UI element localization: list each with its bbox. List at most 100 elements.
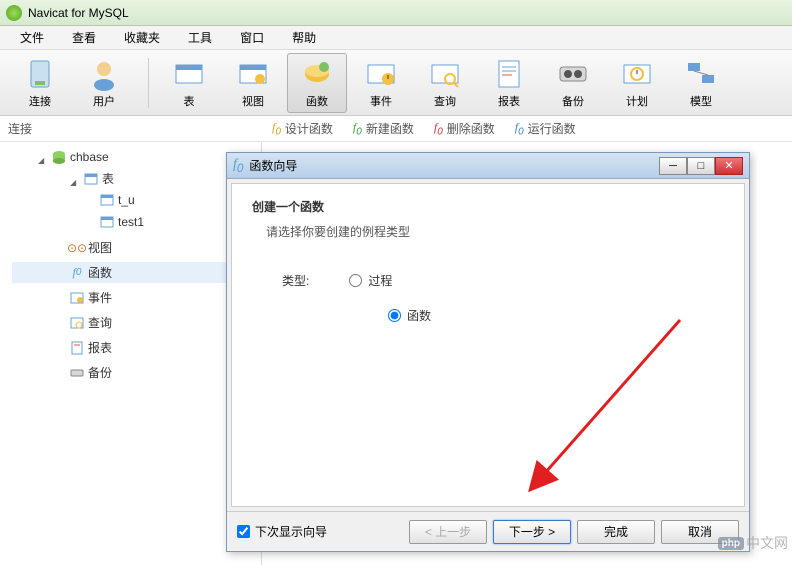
dialog-icon: f0 (233, 157, 243, 175)
tb-user[interactable]: 用户 (74, 53, 134, 113)
menu-help[interactable]: 帮助 (278, 26, 330, 49)
prev-button[interactable]: < 上一步 (409, 520, 487, 544)
dialog-titlebar[interactable]: f0 函数向导 ─ □ ✕ (227, 153, 749, 179)
tree-reports[interactable]: 报表 (12, 337, 261, 358)
table-icon (100, 193, 114, 207)
sub-toolbar: 连接 f0设计函数 f0新建函数 f0删除函数 f0运行函数 (0, 116, 792, 142)
dialog-title: 函数向导 (249, 157, 297, 174)
tree-functions[interactable]: f0 函数 (12, 262, 261, 283)
tb-table-label: 表 (184, 93, 195, 109)
connection-icon (23, 57, 57, 91)
menu-view[interactable]: 查看 (58, 26, 110, 49)
subtb-left-label: 连接 (6, 120, 262, 137)
view-icon (236, 57, 270, 91)
dialog-footer: 下次显示向导 < 上一步 下一步 > 完成 取消 (227, 511, 749, 551)
tree-table-label: t_u (118, 193, 135, 207)
subtb-design-label: 设计函数 (285, 120, 333, 137)
show-next-time-input[interactable] (237, 525, 250, 538)
dialog-minimize-button[interactable]: ─ (659, 157, 687, 175)
tree-functions-label: 函数 (88, 264, 112, 281)
delete-func-icon: f0 (434, 120, 443, 137)
app-icon (6, 5, 22, 21)
queries-icon (70, 316, 84, 330)
app-title: Navicat for MySQL (28, 6, 129, 20)
watermark-text: 中文网 (746, 533, 788, 553)
schedule-icon (620, 57, 654, 91)
tree-table-item[interactable]: t_u (18, 191, 261, 209)
backups-icon (70, 366, 84, 380)
tb-user-label: 用户 (93, 93, 115, 109)
tree-reports-label: 报表 (88, 339, 112, 356)
tree-tables-group[interactable]: 表 (12, 168, 261, 189)
radio-function[interactable]: 函数 (388, 307, 431, 324)
new-func-icon: f0 (353, 120, 362, 137)
subtb-new-label: 新建函数 (366, 120, 414, 137)
dialog-maximize-button[interactable]: □ (687, 157, 715, 175)
backup-icon (556, 57, 590, 91)
tb-report-label: 报表 (498, 93, 520, 109)
tb-model[interactable]: 模型 (671, 53, 731, 113)
function-icon (300, 57, 334, 91)
next-button[interactable]: 下一步 > (493, 520, 571, 544)
subtb-run[interactable]: f0运行函数 (505, 120, 586, 137)
tb-event[interactable]: 事件 (351, 53, 411, 113)
window-titlebar: Navicat for MySQL (0, 0, 792, 26)
menu-tools[interactable]: 工具 (174, 26, 226, 49)
dialog-close-button[interactable]: ✕ (715, 157, 743, 175)
tb-query[interactable]: 查询 (415, 53, 475, 113)
sidebar: chbase 表 t_u (0, 142, 262, 565)
tree-views[interactable]: ⊙⊙ 视图 (12, 237, 261, 258)
show-next-time-checkbox[interactable]: 下次显示向导 (237, 523, 327, 540)
tree-events-label: 事件 (88, 289, 112, 306)
subtb-new[interactable]: f0新建函数 (343, 120, 424, 137)
subtb-design[interactable]: f0设计函数 (262, 120, 343, 137)
menu-file[interactable]: 文件 (6, 26, 58, 49)
radio-procedure-label: 过程 (368, 272, 392, 289)
tb-connection-label: 连接 (29, 93, 51, 109)
menu-window[interactable]: 窗口 (226, 26, 278, 49)
function-icon: f0 (70, 266, 84, 280)
tree-backups[interactable]: 备份 (12, 362, 261, 383)
tree-queries-label: 查询 (88, 314, 112, 331)
menu-favorite[interactable]: 收藏夹 (110, 26, 174, 49)
function-wizard-dialog: f0 函数向导 ─ □ ✕ 创建一个函数 请选择你要创建的例程类型 类型: 过程… (226, 152, 750, 552)
tb-model-label: 模型 (690, 93, 712, 109)
tree-events[interactable]: 事件 (12, 287, 261, 308)
dialog-type-label: 类型: (282, 272, 309, 289)
watermark-badge: php (718, 537, 744, 550)
radio-function-input[interactable] (388, 309, 401, 322)
query-icon (428, 57, 462, 91)
subtb-delete[interactable]: f0删除函数 (424, 120, 505, 137)
tree-backups-label: 备份 (88, 364, 112, 381)
design-func-icon: f0 (272, 120, 281, 137)
model-icon (684, 57, 718, 91)
tree-db-node[interactable]: chbase (6, 148, 261, 166)
radio-procedure-input[interactable] (349, 274, 362, 287)
report-icon (492, 57, 526, 91)
twisty-open-icon[interactable] (38, 152, 48, 162)
connection-tree: chbase 表 t_u (0, 146, 261, 387)
twisty-open-icon[interactable] (70, 174, 80, 184)
tb-view[interactable]: 视图 (223, 53, 283, 113)
tree-queries[interactable]: 查询 (12, 312, 261, 333)
table-icon (100, 215, 114, 229)
tree-tables-label: 表 (102, 170, 114, 187)
tb-function[interactable]: 函数 (287, 53, 347, 113)
radio-function-label: 函数 (407, 307, 431, 324)
tree-db-label: chbase (70, 150, 109, 164)
menubar: 文件 查看 收藏夹 工具 窗口 帮助 (0, 26, 792, 50)
event-icon (364, 57, 398, 91)
tb-backup[interactable]: 备份 (543, 53, 603, 113)
tb-report[interactable]: 报表 (479, 53, 539, 113)
radio-procedure[interactable]: 过程 (349, 272, 392, 289)
user-icon (87, 57, 121, 91)
tb-schedule[interactable]: 计划 (607, 53, 667, 113)
tree-table-item[interactable]: test1 (18, 213, 261, 231)
reports-icon (70, 341, 84, 355)
tb-schedule-label: 计划 (626, 93, 648, 109)
tb-connection[interactable]: 连接 (10, 53, 70, 113)
finish-button[interactable]: 完成 (577, 520, 655, 544)
dialog-body: 创建一个函数 请选择你要创建的例程类型 类型: 过程 函数 (231, 183, 745, 507)
dialog-hint: 请选择你要创建的例程类型 (252, 223, 724, 240)
tb-table[interactable]: 表 (159, 53, 219, 113)
